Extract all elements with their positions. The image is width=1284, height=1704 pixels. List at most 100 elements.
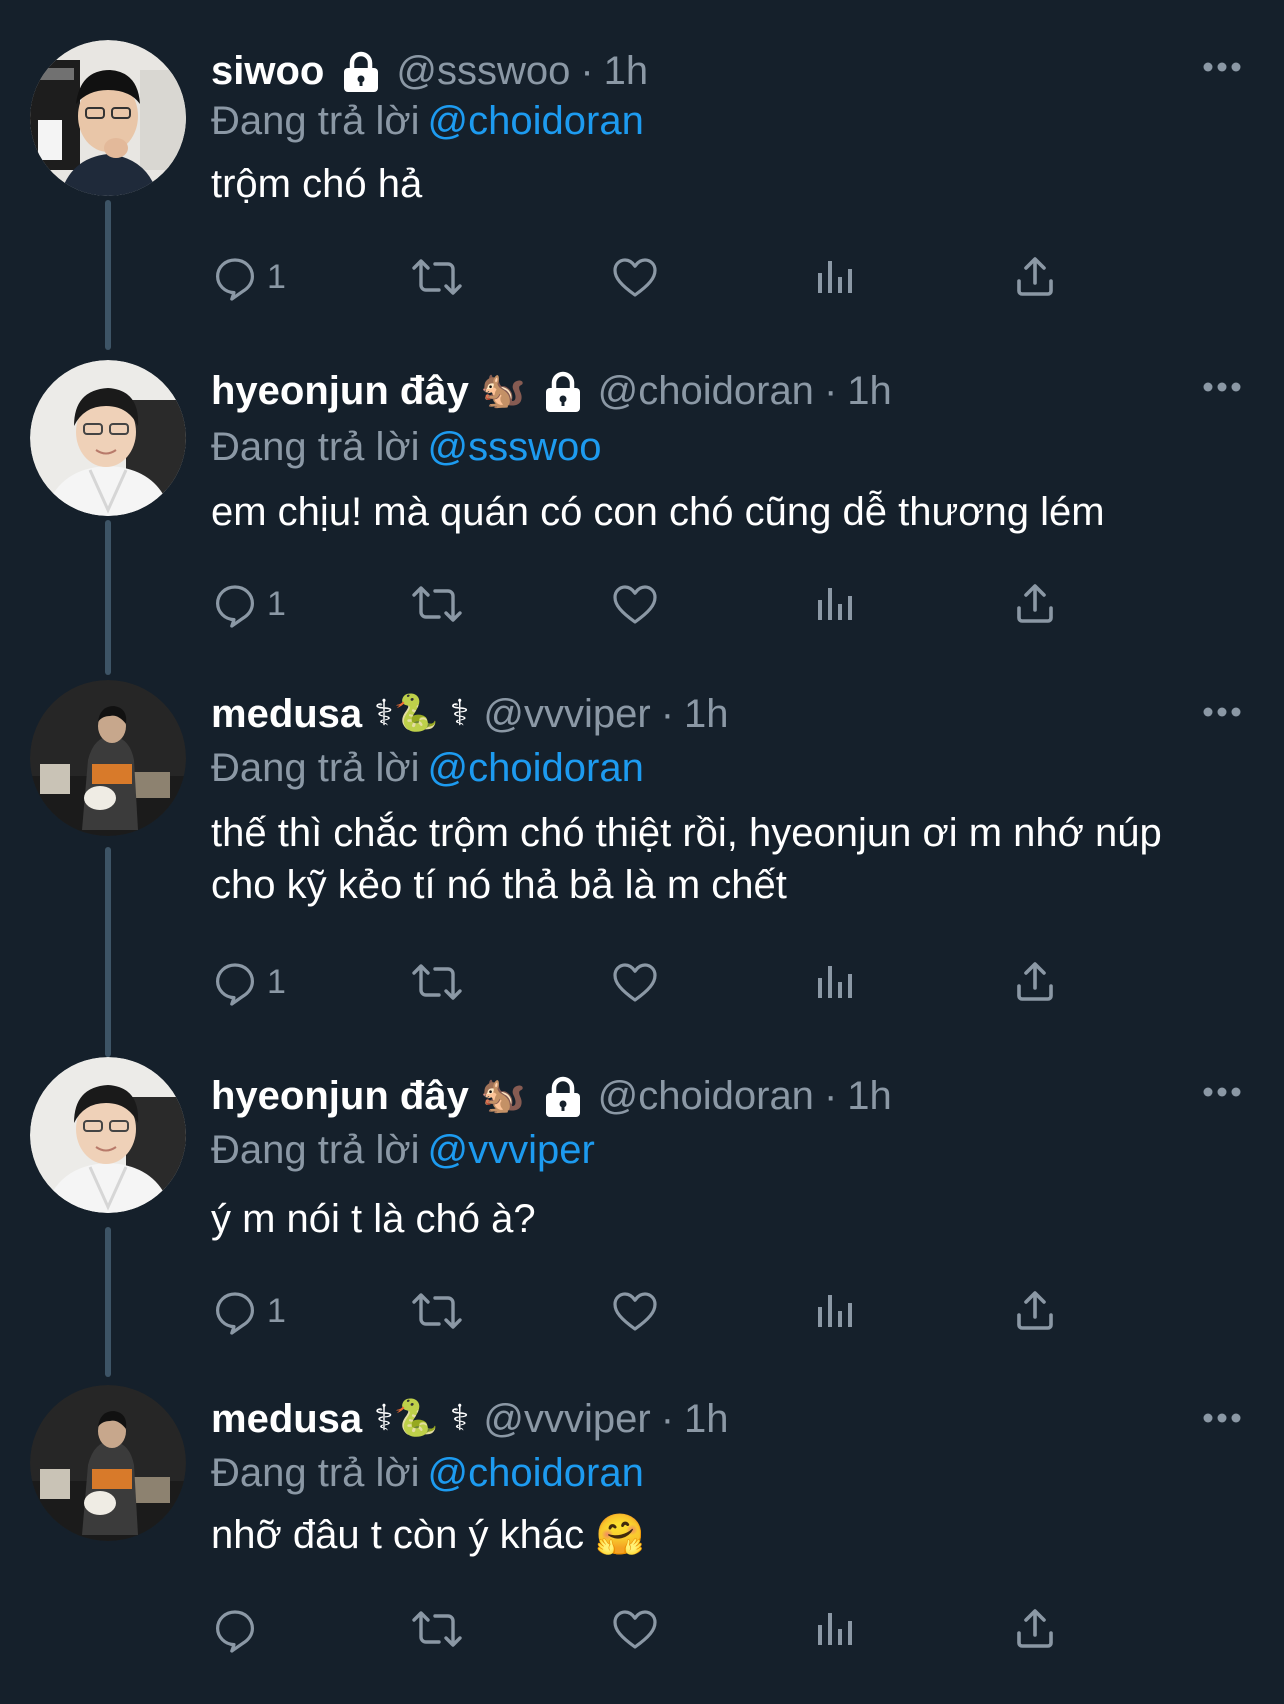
- like-button[interactable]: [611, 247, 659, 307]
- more-options-icon[interactable]: [1200, 58, 1244, 76]
- tweet-header: medusa ⚕🐍 ⚕ @vvviper · 1h: [211, 687, 729, 741]
- reply-button[interactable]: 1: [211, 247, 286, 307]
- tweet-header: siwoo @ssswoo · 1h: [211, 44, 648, 98]
- heart-icon: [613, 1610, 657, 1649]
- timestamp[interactable]: 1h: [604, 44, 649, 98]
- replying-to-mention[interactable]: @vvviper: [428, 1128, 595, 1172]
- tweet[interactable]: siwoo @ssswoo · 1h Đang trả lời @choidora…: [0, 0, 1284, 350]
- share-button[interactable]: [1011, 574, 1059, 634]
- retweet-icon: [412, 1611, 462, 1647]
- avatar[interactable]: [30, 40, 186, 196]
- user-handle[interactable]: @ssswoo: [396, 44, 570, 98]
- tweet[interactable]: hyeonjun đây 🐿️ @choidoran · 1h Đang trả…: [0, 320, 1284, 675]
- reply-thread: siwoo @ssswoo · 1h Đang trả lời @choidora…: [0, 0, 1284, 1704]
- tweet-actions: 1: [211, 1281, 1131, 1341]
- display-name[interactable]: medusa: [211, 687, 362, 741]
- reply-button[interactable]: 1: [211, 1281, 286, 1341]
- share-button[interactable]: [1011, 1281, 1059, 1341]
- lock-icon: [340, 49, 382, 93]
- share-icon: [1017, 1291, 1053, 1330]
- replying-to-label: Đang trả lời: [211, 99, 420, 143]
- separator-dot: ·: [580, 49, 594, 93]
- reply-icon: [216, 1292, 254, 1335]
- tweet-text: thế thì chắc trộm chó thiệt rồi, hyeonju…: [211, 811, 1162, 907]
- tweet[interactable]: medusa ⚕🐍 ⚕ @vvviper · 1h Đang trả lời @c…: [0, 1353, 1284, 1704]
- tweet-text: trộm chó hả: [211, 162, 423, 206]
- views-button[interactable]: [811, 1281, 859, 1341]
- reply-button[interactable]: 1: [211, 574, 286, 634]
- tweet-actions: [211, 1599, 1131, 1659]
- separator-dot: ·: [823, 369, 838, 413]
- tweet[interactable]: medusa ⚕🐍 ⚕ @vvviper · 1h Đang trả lời @c…: [0, 647, 1284, 1057]
- name-emoji: 🐿️: [480, 1075, 526, 1116]
- timestamp[interactable]: 1h: [684, 1392, 729, 1446]
- display-name[interactable]: siwoo: [211, 44, 324, 98]
- retweet-button[interactable]: [411, 247, 463, 307]
- more-options-icon[interactable]: [1200, 703, 1244, 721]
- display-name[interactable]: medusa: [211, 1392, 362, 1446]
- replying-to-line: Đang trả lời @ssswoo: [211, 420, 602, 474]
- user-handle[interactable]: @vvviper: [483, 1392, 650, 1446]
- retweet-button[interactable]: [411, 1281, 463, 1341]
- like-button[interactable]: [611, 574, 659, 634]
- retweet-button[interactable]: [411, 574, 463, 634]
- replying-to-label: Đang trả lời: [211, 425, 420, 469]
- heart-icon: [613, 963, 657, 1002]
- share-button[interactable]: [1011, 247, 1059, 307]
- replying-to-mention[interactable]: @choidoran: [428, 1451, 644, 1495]
- reply-count: 1: [267, 1292, 286, 1330]
- more-options-icon[interactable]: [1200, 1083, 1244, 1101]
- views-button[interactable]: [811, 952, 859, 1012]
- display-name[interactable]: hyeonjun đây: [211, 364, 469, 418]
- share-button[interactable]: [1011, 1599, 1059, 1659]
- reply-button[interactable]: 1: [211, 952, 286, 1012]
- tweet[interactable]: hyeonjun đây 🐿️ @choidoran · 1h Đang trả…: [0, 1027, 1284, 1377]
- user-handle[interactable]: @choidoran: [598, 364, 814, 418]
- tweet-text: ý m nói t là chó à?: [211, 1197, 536, 1241]
- views-button[interactable]: [811, 1599, 859, 1659]
- retweet-button[interactable]: [411, 952, 463, 1012]
- name-emoji: ⚕🐍 ⚕: [374, 1398, 470, 1439]
- share-icon: [1017, 1609, 1053, 1648]
- tweet-actions: 1: [211, 574, 1131, 634]
- thread-connector-line: [105, 847, 111, 1057]
- replying-to-label: Đang trả lời: [211, 1128, 420, 1172]
- separator-dot: ·: [823, 1074, 838, 1118]
- reply-button[interactable]: [211, 1599, 267, 1659]
- replying-to-line: Đang trả lời @choidoran: [211, 741, 644, 795]
- user-handle[interactable]: @vvviper: [483, 687, 650, 741]
- views-button[interactable]: [811, 574, 859, 634]
- name-emoji: ⚕🐍 ⚕: [374, 693, 470, 734]
- timestamp[interactable]: 1h: [847, 1069, 892, 1123]
- display-name[interactable]: hyeonjun đây: [211, 1069, 469, 1123]
- lock-icon: [542, 1074, 584, 1118]
- like-button[interactable]: [611, 1599, 659, 1659]
- more-options-icon[interactable]: [1200, 378, 1244, 396]
- replying-to-mention[interactable]: @choidoran: [428, 746, 644, 790]
- share-button[interactable]: [1011, 952, 1059, 1012]
- analytics-icon: [818, 261, 852, 293]
- like-button[interactable]: [611, 1281, 659, 1341]
- timestamp[interactable]: 1h: [847, 364, 892, 418]
- avatar[interactable]: [30, 360, 186, 516]
- tweet-text: nhỡ đâu t còn ý khác 🤗: [211, 1513, 646, 1557]
- heart-icon: [613, 258, 657, 297]
- more-options-icon[interactable]: [1200, 1409, 1244, 1427]
- name-emoji: 🐿️: [480, 370, 526, 411]
- views-button[interactable]: [811, 247, 859, 307]
- replying-to-mention[interactable]: @ssswoo: [428, 425, 602, 469]
- replying-to-label: Đang trả lời: [211, 746, 420, 790]
- share-icon: [1017, 584, 1053, 623]
- reply-icon: [216, 1610, 254, 1653]
- avatar[interactable]: [30, 1057, 186, 1213]
- replying-to-mention[interactable]: @choidoran: [428, 99, 644, 143]
- avatar[interactable]: [30, 1385, 186, 1541]
- avatar[interactable]: [30, 680, 186, 836]
- retweet-button[interactable]: [411, 1599, 463, 1659]
- tweet-actions: 1: [211, 952, 1131, 1012]
- user-handle[interactable]: @choidoran: [598, 1069, 814, 1123]
- analytics-icon: [818, 966, 852, 998]
- analytics-icon: [818, 1613, 852, 1645]
- timestamp[interactable]: 1h: [684, 687, 729, 741]
- like-button[interactable]: [611, 952, 659, 1012]
